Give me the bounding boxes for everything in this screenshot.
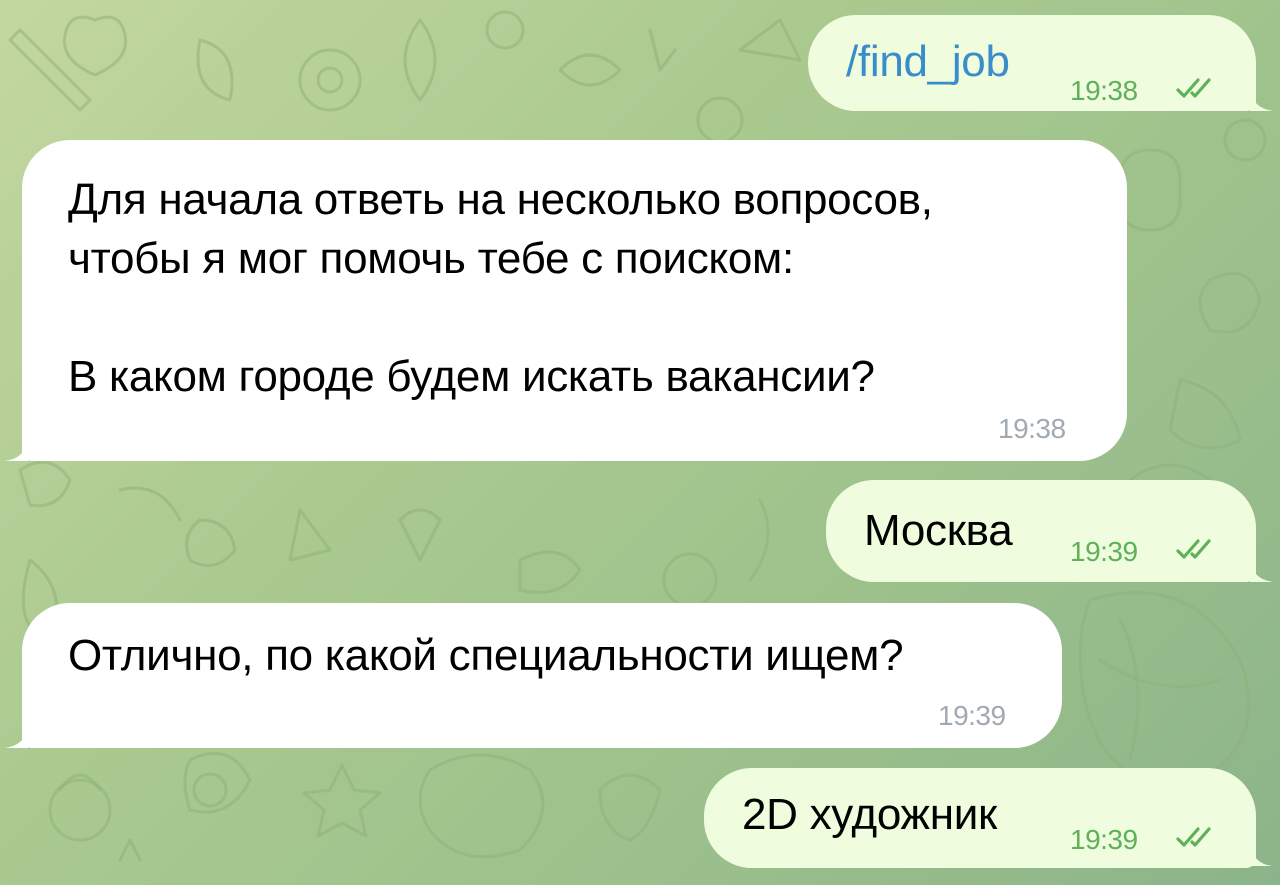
message-text: 2D художник (742, 790, 997, 839)
incoming-message-bubble: Отлично, по какой специальности ищем? 19… (22, 603, 1062, 748)
double-check-icon (1176, 78, 1211, 98)
message-time: 19:39 (1070, 824, 1138, 855)
message-time: 19:38 (1070, 75, 1138, 106)
message-time: 19:39 (938, 700, 1006, 731)
message-time: 19:39 (1070, 536, 1138, 567)
outgoing-message-bubble[interactable]: Москва 19:39 (826, 480, 1256, 582)
outgoing-message-bubble[interactable]: 2D художник 19:39 (704, 768, 1256, 868)
incoming-message-bubble: Для начала ответь на несколько вопросов,… (22, 140, 1127, 461)
outgoing-message-bubble[interactable]: /find_job 19:38 (808, 15, 1256, 111)
bubble-tail (4, 728, 28, 748)
message-text: Москва (864, 506, 1013, 555)
double-check-icon (1176, 539, 1211, 559)
bubble-tail (4, 441, 28, 461)
message-text: Для начала ответь на несколько вопросов,… (68, 175, 933, 401)
bubble-tail (1251, 848, 1273, 866)
double-check-icon (1176, 827, 1211, 847)
bubble-tail (1250, 562, 1274, 582)
message-text: Отлично, по какой специальности ищем? (68, 631, 904, 680)
bot-command-link[interactable]: /find_job (846, 33, 1010, 91)
message-time: 19:38 (998, 413, 1066, 444)
bubble-tail (1250, 91, 1274, 111)
